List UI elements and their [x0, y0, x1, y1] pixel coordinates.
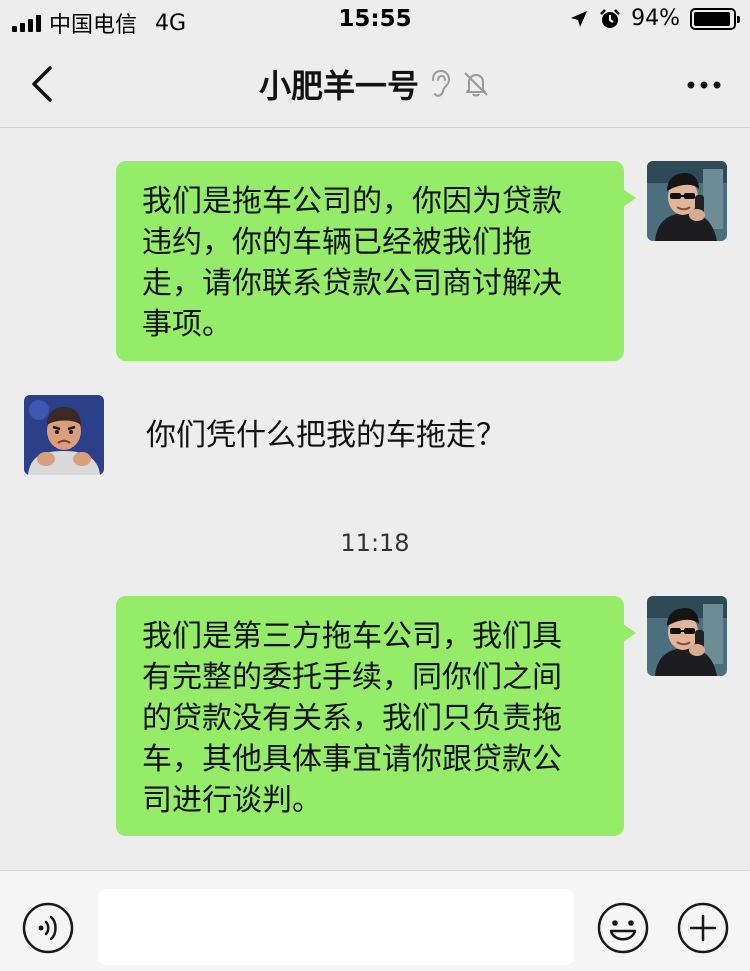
more-icon — [687, 81, 721, 89]
ear-icon — [432, 69, 451, 97]
alarm-clock-icon — [600, 8, 620, 28]
message-input[interactable] — [98, 889, 574, 965]
more-button[interactable] — [684, 70, 724, 100]
nav-title-group: 小肥羊一号 — [0, 62, 750, 106]
battery-fill — [694, 11, 730, 26]
contact-avatar[interactable] — [24, 395, 104, 475]
avatar-cartoon-man-glasses-image — [647, 596, 727, 676]
more-functions-button[interactable] — [676, 901, 730, 955]
message-line: 我们是拖车公司的，你因为贷款 — [142, 184, 562, 219]
my-avatar[interactable] — [647, 161, 727, 241]
battery-tip — [737, 15, 740, 23]
bell-slash-icon — [464, 72, 488, 97]
message-line: 车，其他具体事宜请你跟贷款公 — [142, 742, 562, 777]
emoji-button[interactable] — [596, 901, 650, 955]
battery-icon — [690, 7, 740, 30]
voice-button[interactable] — [21, 901, 75, 955]
message-line: 事项。 — [142, 307, 232, 342]
battery-percent: 94% — [631, 6, 680, 31]
message-line: 有完整的委托手续，同你们之间 — [142, 660, 562, 695]
message-line: 你们凭什么把我的车拖走？ — [146, 418, 506, 453]
status-bar: 中国电信 4G 15:55 94% — [0, 0, 750, 40]
avatar-cartoon-man-glasses-image — [647, 161, 727, 241]
input-bar — [0, 870, 750, 971]
chat-title: 小肥羊一号 — [258, 67, 419, 105]
chat-message-list[interactable]: 我们是拖车公司的，你因为贷款 违约，你的车辆已经被我们拖 走，请你联系贷款公司商… — [0, 129, 750, 870]
outgoing-message-bubble[interactable]: 我们是第三方拖车公司，我们具 有完整的委托手续，同你们之间 的贷款没有关系，我们… — [116, 596, 636, 836]
avatar-cartoon-bald-man-image — [24, 395, 104, 475]
emoji-icon — [597, 902, 649, 954]
location-arrow-icon — [571, 10, 588, 27]
message-line: 违约，你的车辆已经被我们拖 — [142, 225, 532, 260]
voice-icon — [22, 902, 74, 954]
nav-bar: 小肥羊一号 — [0, 40, 750, 128]
message-timestamp: 11:18 — [340, 529, 410, 557]
my-avatar[interactable] — [647, 596, 727, 676]
message-line: 走，请你联系贷款公司商讨解决 — [142, 266, 562, 301]
outgoing-message-bubble[interactable]: 我们是拖车公司的，你因为贷款 违约，你的车辆已经被我们拖 走，请你联系贷款公司商… — [116, 161, 636, 361]
message-line: 我们是第三方拖车公司，我们具 — [142, 619, 562, 654]
status-right: 94% — [569, 6, 740, 31]
plus-icon — [677, 902, 729, 954]
incoming-message-bubble[interactable]: 你们凭什么把我的车拖走？ — [120, 405, 540, 471]
message-line: 司进行谈判。 — [142, 783, 322, 818]
message-line: 的贷款没有关系，我们只负责拖 — [142, 701, 562, 736]
